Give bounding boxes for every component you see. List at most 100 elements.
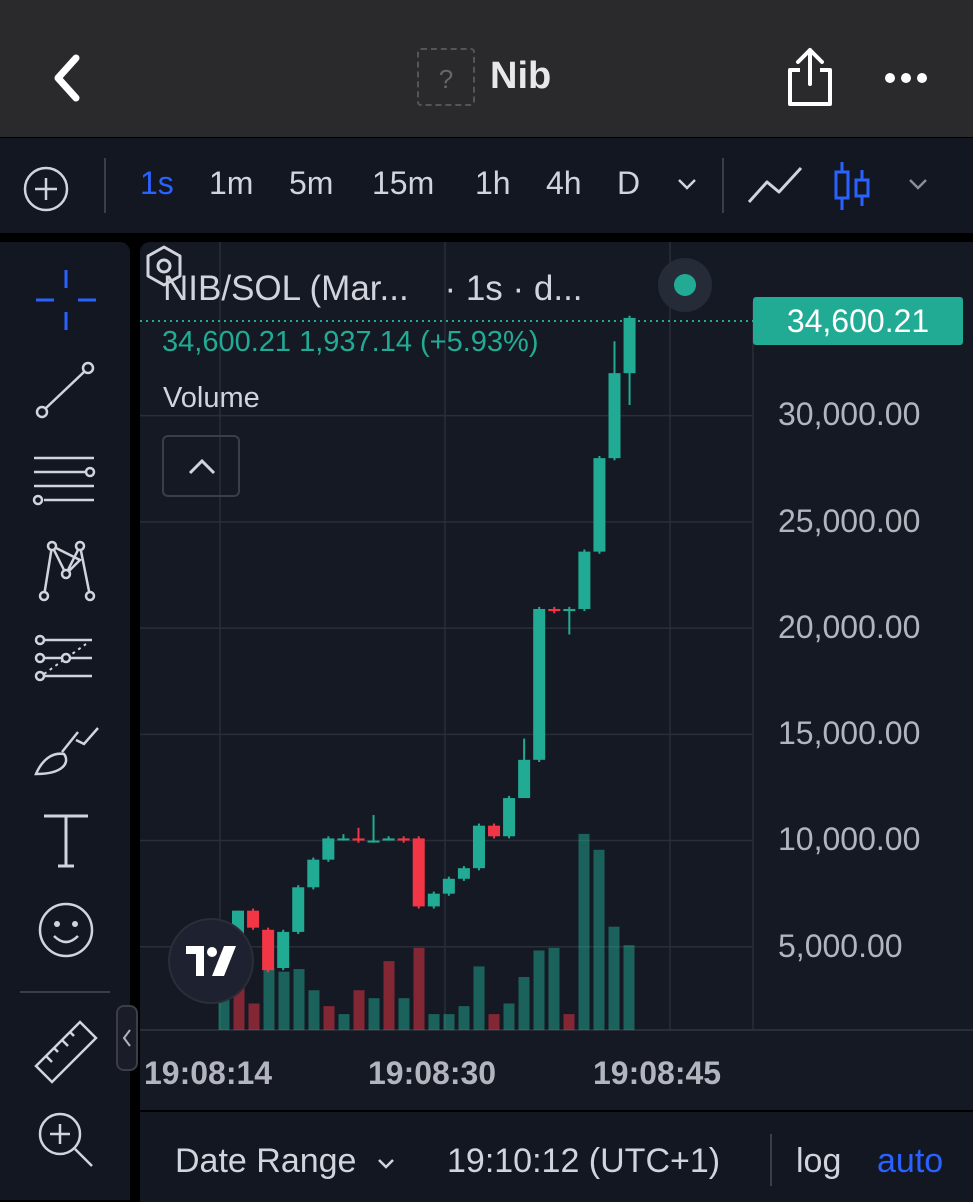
volume-bar (383, 961, 395, 1030)
bottom-divider (770, 1134, 772, 1186)
symbol-title[interactable]: NIB/SOL (Mar... · 1s · d... (163, 269, 583, 309)
volume-bar (533, 950, 545, 1030)
candle-body (262, 929, 275, 971)
candle-body (382, 838, 395, 841)
interval-d[interactable]: D (617, 165, 640, 202)
volume-bar (278, 971, 290, 1030)
volume-bar (503, 1003, 515, 1030)
y-tick-label: 25,000.00 (778, 503, 921, 539)
collapse-sidebar-button[interactable] (116, 1005, 138, 1071)
candlestick-chart[interactable] (140, 242, 973, 1110)
bottom-bar: Date Range 19:10:12 (UTC+1) log auto (140, 1110, 973, 1202)
y-tick-label: 20,000.00 (778, 609, 921, 645)
ruler-icon[interactable] (30, 1016, 102, 1088)
pattern-icon[interactable] (30, 534, 102, 606)
auto-scale-toggle[interactable]: auto (877, 1142, 943, 1181)
zoom-in-icon[interactable] (30, 1104, 102, 1176)
candle-body (488, 825, 501, 837)
y-tick-label: 10,000.00 (778, 821, 921, 857)
spacer (0, 233, 973, 242)
candle-body (412, 838, 425, 907)
tradingview-logo-icon (186, 946, 236, 976)
add-indicator-icon[interactable] (22, 165, 70, 213)
line-chart-icon[interactable] (745, 162, 805, 208)
volume-bar (473, 966, 485, 1030)
chevron-down-icon (378, 1159, 394, 1169)
collapse-indicators-button[interactable] (162, 435, 240, 497)
candle-body (503, 798, 516, 837)
volume-bar (563, 1014, 575, 1030)
candle-body (292, 887, 305, 932)
volume-bar (323, 1006, 335, 1030)
trend-line-icon[interactable] (30, 354, 102, 426)
projection-icon[interactable] (30, 624, 102, 696)
interval-1m[interactable]: 1m (209, 165, 253, 202)
volume-bar (578, 833, 590, 1030)
volume-bar (548, 947, 560, 1030)
volume-bar (458, 1006, 470, 1030)
sidebar-divider (20, 991, 110, 993)
more-horizontal-icon[interactable] (880, 58, 936, 98)
date-range-button[interactable]: Date Range (175, 1142, 398, 1181)
volume-bar (623, 945, 635, 1030)
candle-body (307, 859, 320, 888)
y-tick-label: 30,000.00 (778, 396, 921, 432)
last-price-tag: 34,600.21 (753, 297, 963, 345)
candle-body (427, 893, 440, 907)
candle-body (608, 373, 621, 459)
y-tick-label: 5,000.00 (778, 928, 903, 964)
chevron-down-icon[interactable] (904, 170, 932, 198)
volume-bar (338, 1014, 350, 1030)
candle-body (578, 551, 591, 609)
emoji-icon[interactable] (30, 894, 102, 966)
volume-bar (443, 1014, 455, 1030)
candle-body (337, 838, 350, 841)
volume-bar (593, 849, 605, 1030)
chevron-down-icon[interactable] (673, 170, 701, 198)
interval-1s[interactable]: 1s (140, 165, 174, 202)
text-icon[interactable] (30, 804, 102, 876)
chevron-left-icon[interactable] (40, 50, 96, 106)
app-header: ? Nib (0, 0, 973, 137)
candle-body (593, 458, 606, 552)
date-range-label: Date Range (175, 1142, 357, 1180)
fib-retracement-icon[interactable] (30, 444, 102, 516)
brush-icon[interactable] (30, 714, 102, 786)
volume-label[interactable]: Volume (163, 382, 260, 415)
timezone-time[interactable]: 19:10:12 (UTC+1) (447, 1142, 720, 1181)
volume-bar (263, 969, 275, 1030)
candle-body (442, 878, 455, 894)
x-tick-label: 19:08:14 (144, 1055, 273, 1091)
candle-body (457, 868, 470, 879)
tradingview-logo[interactable] (168, 918, 254, 1004)
token-name: Nib (490, 55, 552, 97)
candle-body (322, 838, 335, 860)
log-scale-toggle[interactable]: log (796, 1142, 841, 1181)
interval-15m[interactable]: 15m (372, 165, 434, 202)
volume-bar (353, 990, 365, 1030)
toolbar-divider (722, 158, 724, 213)
drawing-tools-sidebar (0, 242, 130, 1200)
candle-body (397, 838, 410, 841)
chart-toolbar: 1s 1m 5m 15m 1h 4h D (0, 137, 973, 234)
ohlc-values: 34,600.21 1,937.14 (+5.93%) (162, 326, 539, 358)
candlestick-icon[interactable] (832, 158, 872, 214)
candle-body (277, 931, 290, 969)
chart-pane[interactable]: NIB/SOL (Mar... · 1s · d... 34,600.21 1,… (140, 242, 973, 1110)
chart-settings-icon[interactable] (140, 242, 188, 290)
interval-5m[interactable]: 5m (289, 165, 333, 202)
share-icon[interactable] (782, 46, 838, 108)
y-tick-label: 15,000.00 (778, 715, 921, 751)
volume-bar (293, 969, 305, 1030)
x-tick-label: 19:08:30 (368, 1055, 497, 1091)
candle-body (623, 317, 636, 374)
interval-1h[interactable]: 1h (475, 165, 511, 202)
candle-body (518, 759, 531, 799)
interval-4h[interactable]: 4h (546, 165, 582, 202)
crosshair-icon[interactable] (30, 264, 102, 336)
market-status-indicator[interactable] (658, 258, 712, 312)
symbol-name: NIB/SOL (Mar... (163, 269, 409, 308)
volume-bar (248, 1003, 260, 1030)
toolbar-divider (104, 158, 106, 213)
candle-body (352, 838, 365, 841)
